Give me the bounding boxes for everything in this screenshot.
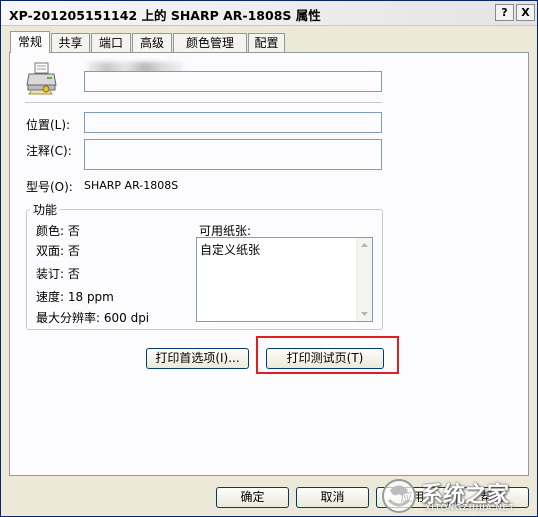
paper-scrollbar[interactable] xyxy=(356,238,372,321)
title-bar: XP-201205151142 上的 SHARP AR-1808S 属性 ? X xyxy=(1,1,537,26)
tab-ports[interactable]: 端口 xyxy=(91,33,131,52)
divider-top xyxy=(25,102,382,103)
features-title: 功能 xyxy=(30,201,61,218)
model-value: SHARP AR-1808S xyxy=(84,179,179,192)
tab-color-management[interactable]: 颜色管理 xyxy=(173,33,247,52)
watermark-subtext: XITONGZHIJIA.NET xyxy=(425,503,515,512)
feature-speed: 速度: 18 ppm xyxy=(36,290,114,304)
feature-max-resolution: 最大分辨率: 600 dpi xyxy=(36,311,150,325)
watermark-logo-icon xyxy=(382,479,416,513)
printer-properties-window: XP-201205151142 上的 SHARP AR-1808S 属性 ? X… xyxy=(0,0,538,517)
printing-preferences-button[interactable]: 打印首选项(I)... xyxy=(146,348,249,369)
close-button[interactable]: X xyxy=(516,4,535,21)
model-label: 型号(O): xyxy=(26,180,73,194)
printer-name-field[interactable] xyxy=(84,71,382,92)
ok-button[interactable]: 确定 xyxy=(216,487,289,508)
paper-item[interactable]: 自定义纸张 xyxy=(200,241,260,258)
feature-staple: 装订: 否 xyxy=(36,267,80,281)
feature-duplex: 双面: 否 xyxy=(36,244,80,258)
scroll-arrows-icon xyxy=(361,243,368,316)
paper-listbox[interactable]: 自定义纸张 xyxy=(196,237,373,322)
feature-color: 颜色: 否 xyxy=(36,224,80,238)
comment-label: 注释(C): xyxy=(26,144,72,158)
tab-advanced[interactable]: 高级 xyxy=(132,33,172,52)
tab-general[interactable]: 常规 xyxy=(10,31,50,53)
comment-field[interactable] xyxy=(84,139,382,170)
printer-icon xyxy=(25,61,59,95)
window-title: XP-201205151142 上的 SHARP AR-1808S 属性 xyxy=(9,8,321,23)
tab-sharing[interactable]: 共享 xyxy=(51,33,90,52)
tab-configuration[interactable]: 配置 xyxy=(248,33,285,52)
help-title-button[interactable]: ? xyxy=(495,4,514,21)
highlight-box xyxy=(256,336,399,374)
cancel-button[interactable]: 取消 xyxy=(296,487,369,508)
location-label: 位置(L): xyxy=(26,118,71,132)
watermark: 系统之家 XITONGZHIJIA.NET xyxy=(381,477,536,515)
location-field[interactable] xyxy=(84,112,382,133)
